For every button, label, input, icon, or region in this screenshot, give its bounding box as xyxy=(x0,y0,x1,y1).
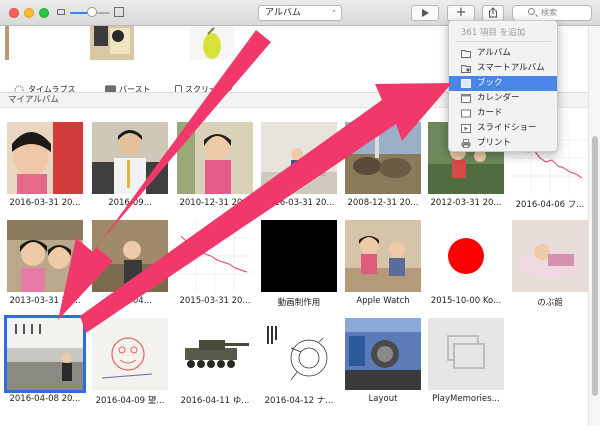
album-title: Apple Watch xyxy=(356,296,410,306)
menu-item-label: プリント xyxy=(477,138,512,148)
empty-album-icon xyxy=(447,335,485,369)
album-title: 2016-04-12 ナ... xyxy=(264,396,334,406)
print-icon xyxy=(461,139,471,148)
album-thumbnail[interactable] xyxy=(7,220,83,292)
large-photo-icon xyxy=(114,7,124,17)
album-thumbnail[interactable] xyxy=(92,318,168,390)
album-title: 2008-12-31 20... xyxy=(347,198,419,208)
album-title: 2015-10-00 Ko... xyxy=(430,296,502,306)
menu-item-book[interactable]: ブック xyxy=(449,76,557,91)
album-title: PlayMemories... xyxy=(432,394,500,404)
album-thumbnail[interactable] xyxy=(428,318,504,390)
scrollbar-thumb[interactable] xyxy=(592,136,598,396)
album-title: 2016-04-11 ゆ... xyxy=(180,396,250,406)
album-thumbnail[interactable] xyxy=(177,318,253,390)
album-title: Layout xyxy=(368,394,398,404)
album-title: 2012-03-31 20... xyxy=(430,198,502,208)
minimize-window-button[interactable] xyxy=(24,8,34,18)
album-thumbnail[interactable] xyxy=(92,122,168,194)
album-title: 2013-03-31 20... xyxy=(9,296,81,306)
album-thumbnail[interactable] xyxy=(345,318,421,390)
menu-item-album[interactable]: アルバム xyxy=(449,46,557,61)
album-title: 2016-04... xyxy=(108,296,152,306)
album-title: 2016-03-31 20... xyxy=(263,198,335,208)
card-icon xyxy=(461,109,471,118)
album-title: 2016-09... xyxy=(108,198,152,208)
album-title: 2016-04-06 フ... xyxy=(515,200,585,210)
album-thumbnail[interactable] xyxy=(7,122,83,194)
album-thumbnail[interactable] xyxy=(428,220,504,292)
album-thumbnail[interactable] xyxy=(345,122,421,194)
share-icon xyxy=(489,7,497,18)
folder-icon xyxy=(461,50,471,58)
album-thumbnail[interactable] xyxy=(345,220,421,292)
album-thumbnail[interactable] xyxy=(92,220,168,292)
album-thumbnail[interactable] xyxy=(177,122,253,194)
menu-item-label: スライドショー xyxy=(477,123,537,133)
album-thumbnail[interactable] xyxy=(512,220,588,292)
menu-item-print[interactable]: プリント xyxy=(449,136,557,151)
album-view-select[interactable]: アルバム ⌃ xyxy=(258,5,342,21)
menu-item-label: ブック xyxy=(477,78,503,88)
add-to-menu: 361 項目 を追加 アルバム スマートアルバム ブック カレンダー カード ス… xyxy=(448,20,558,152)
media-type-thumb[interactable] xyxy=(5,26,9,60)
album-view-select-value: アルバム xyxy=(265,8,301,18)
menu-separator xyxy=(455,41,551,42)
slideshow-play-button[interactable] xyxy=(411,5,439,21)
album-thumbnail[interactable] xyxy=(261,220,337,292)
menu-item-label: カード xyxy=(477,108,503,118)
vertical-scrollbar[interactable] xyxy=(588,26,600,426)
album-title: 2015-03-31 20... xyxy=(179,296,251,306)
menu-item-slideshow[interactable]: スライドショー xyxy=(449,121,557,136)
zoom-slider-knob[interactable] xyxy=(87,7,97,17)
album-title: 動画制作用 xyxy=(277,298,321,308)
album-title: 2016-03-31 20... xyxy=(9,198,81,208)
add-button[interactable]: + xyxy=(447,5,475,21)
close-window-button[interactable] xyxy=(9,8,19,18)
zoom-window-button[interactable] xyxy=(39,8,49,18)
small-photo-icon xyxy=(57,9,65,15)
menu-item-smart-album[interactable]: スマートアルバム xyxy=(449,61,557,76)
album-title: 2016-04-09 望... xyxy=(95,396,165,406)
search-placeholder: 検索 xyxy=(541,8,557,17)
calendar-icon xyxy=(461,94,471,103)
album-thumbnail[interactable] xyxy=(261,122,337,194)
search-icon xyxy=(528,8,535,15)
album-title: 2016-04-08 20... xyxy=(9,394,81,404)
smart-album-icon xyxy=(461,65,471,73)
album-thumbnail[interactable] xyxy=(261,318,337,390)
menu-item-card[interactable]: カード xyxy=(449,106,557,121)
menu-item-label: スマートアルバム xyxy=(477,63,545,73)
play-icon xyxy=(422,9,429,17)
album-title: 2010-12-31 20... xyxy=(179,198,251,208)
share-button[interactable] xyxy=(482,5,504,21)
menu-header: 361 項目 を追加 xyxy=(461,28,526,38)
section-title: マイアルバム xyxy=(8,95,59,105)
album-title: のぶ館 xyxy=(537,298,563,308)
media-type-thumb[interactable] xyxy=(90,26,134,60)
menu-item-label: アルバム xyxy=(477,48,511,58)
slideshow-icon xyxy=(461,124,471,133)
album-thumbnail[interactable] xyxy=(177,220,253,292)
search-field[interactable]: 検索 xyxy=(512,5,592,21)
menu-item-label: カレンダー xyxy=(477,93,520,103)
menu-item-calendar[interactable]: カレンダー xyxy=(449,91,557,106)
book-icon xyxy=(461,79,471,88)
album-thumbnail-selected[interactable] xyxy=(4,315,86,393)
chevron-updown-icon: ⌃ xyxy=(331,9,337,17)
plus-icon: + xyxy=(455,5,467,20)
media-type-thumb[interactable] xyxy=(190,26,234,60)
